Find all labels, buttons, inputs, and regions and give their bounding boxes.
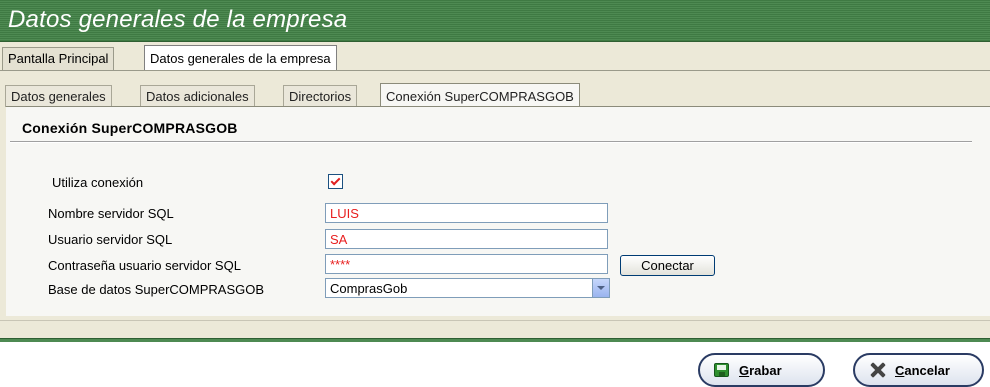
server-name-input[interactable]: LUIS — [325, 203, 608, 223]
cancel-button-label: Cancelar — [895, 362, 950, 378]
tab-conexion-supercomprasgob[interactable]: Conexión SuperCOMPRASGOB — [380, 83, 580, 108]
cancel-button[interactable]: Cancelar — [853, 353, 984, 387]
dropdown-arrow-icon — [597, 286, 605, 290]
section-title: Conexión SuperCOMPRASGOB — [22, 120, 238, 136]
panel-bottom-divider — [0, 320, 990, 321]
cancel-icon — [869, 361, 887, 379]
database-select-value: ComprasGob — [330, 281, 408, 296]
main-tab-strip: Pantalla Principal Datos generales de la… — [0, 45, 990, 71]
tab-datos-generales-empresa[interactable]: Datos generales de la empresa — [144, 45, 337, 71]
database-dropdown-button[interactable] — [592, 279, 609, 297]
database-label: Base de datos SuperCOMPRASGOB — [48, 282, 265, 297]
use-connection-checkbox[interactable] — [328, 174, 343, 189]
tab-directorios[interactable]: Directorios — [283, 85, 358, 107]
server-user-input[interactable]: SA — [325, 229, 608, 249]
checkmark-icon — [330, 175, 341, 186]
sub-tab-strip: Datos generales Datos adicionales Direct… — [0, 83, 990, 108]
save-icon — [714, 363, 729, 377]
server-password-input[interactable]: **** — [325, 254, 608, 274]
footer-bar — [0, 342, 990, 387]
title-bar: Datos generales de la empresa — [0, 0, 990, 42]
save-button[interactable]: Grabar — [698, 353, 825, 387]
server-password-label: Contraseña usuario servidor SQL — [48, 258, 241, 273]
tab-strip-divider — [0, 70, 990, 71]
server-name-label: Nombre servidor SQL — [48, 206, 174, 221]
database-select[interactable]: ComprasGob — [325, 278, 610, 298]
tab-pantalla-principal[interactable]: Pantalla Principal — [2, 47, 115, 70]
tab-datos-generales[interactable]: Datos generales — [5, 85, 112, 107]
tab-datos-adicionales[interactable]: Datos adicionales — [140, 85, 255, 107]
section-divider — [10, 141, 972, 143]
save-button-label: Grabar — [739, 362, 782, 378]
use-connection-label: Utiliza conexión — [52, 175, 144, 190]
window-title: Datos generales de la empresa — [8, 6, 348, 33]
server-user-label: Usuario servidor SQL — [48, 232, 173, 247]
connect-button[interactable]: Conectar — [620, 255, 715, 276]
